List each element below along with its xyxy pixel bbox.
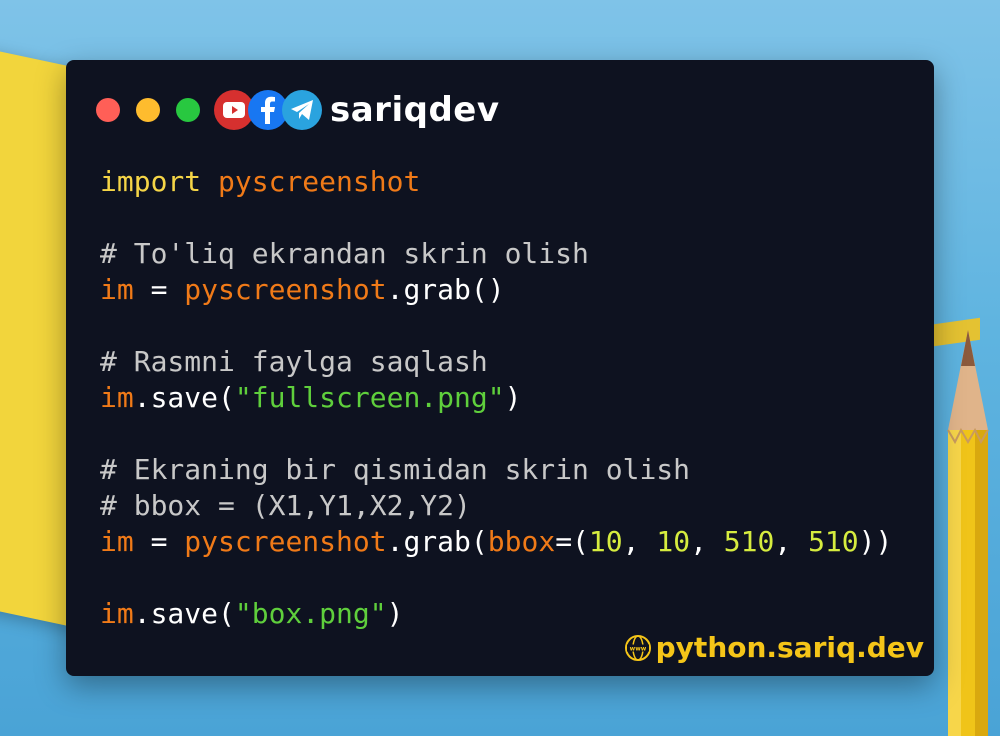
code-block: import pyscreenshot # To'liq ekrandan sk… xyxy=(100,164,892,632)
variable: im xyxy=(100,597,134,630)
comma: , xyxy=(774,525,809,558)
pencil-decoration xyxy=(947,330,989,736)
paren: ) xyxy=(386,597,404,630)
string-literal: "fullscreen.png" xyxy=(234,381,505,414)
operator: = xyxy=(133,273,185,306)
variable: im xyxy=(100,273,134,306)
number-literal: 10 xyxy=(656,525,691,558)
variable: im xyxy=(100,381,134,414)
comma: , xyxy=(690,525,724,558)
www-globe-icon: www xyxy=(624,634,651,661)
module-name: pyscreenshot xyxy=(218,165,421,198)
code-line-1: import pyscreenshot xyxy=(100,164,892,200)
code-line-11: im = pyscreenshot.grab(bbox=(10, 10, 510… xyxy=(100,524,892,560)
title-bar: sariqdev xyxy=(96,88,500,132)
code-line-4: im = pyscreenshot.grab() xyxy=(100,272,892,308)
code-comment: # Rasmni faylga saqlash xyxy=(100,345,488,378)
module-name: pyscreenshot xyxy=(184,273,387,306)
window-maximize-button[interactable] xyxy=(176,98,200,122)
module-name: pyscreenshot xyxy=(184,525,387,558)
method-call: .save( xyxy=(133,597,235,630)
code-comment: # bbox = (X1,Y1,X2,Y2) xyxy=(100,489,471,522)
website-url: python.sariq.dev xyxy=(655,631,924,664)
paren: ) xyxy=(504,381,522,414)
method-call: .grab( xyxy=(386,525,488,558)
comma: , xyxy=(622,525,657,558)
social-icons xyxy=(214,90,322,130)
method-call: .grab() xyxy=(386,273,505,306)
code-comment: # Ekraning bir qismidan skrin olish xyxy=(100,453,691,486)
variable: im xyxy=(100,525,134,558)
parameter-name: bbox xyxy=(487,525,556,558)
telegram-icon xyxy=(282,90,322,130)
method-call: .save( xyxy=(133,381,235,414)
website-watermark: www python.sariq.dev xyxy=(624,631,924,664)
number-literal: 510 xyxy=(808,525,859,558)
keyword: import xyxy=(100,165,202,198)
window-minimize-button[interactable] xyxy=(136,98,160,122)
string-literal: "box.png" xyxy=(234,597,387,630)
paren: )) xyxy=(858,525,893,558)
svg-text:www: www xyxy=(629,645,646,652)
code-comment: # To'liq ekrandan skrin olish xyxy=(100,237,589,270)
operator: = xyxy=(133,525,185,558)
code-line-13: im.save("box.png") xyxy=(100,596,892,632)
number-literal: 510 xyxy=(723,525,775,558)
brand-name: sariqdev xyxy=(330,90,500,130)
window-close-button[interactable] xyxy=(96,98,120,122)
code-line-7: im.save("fullscreen.png") xyxy=(100,380,892,416)
code-window: sariqdev import pyscreenshot # To'liq ek… xyxy=(66,60,934,676)
number-literal: 10 xyxy=(588,525,623,558)
paren: =( xyxy=(555,525,589,558)
